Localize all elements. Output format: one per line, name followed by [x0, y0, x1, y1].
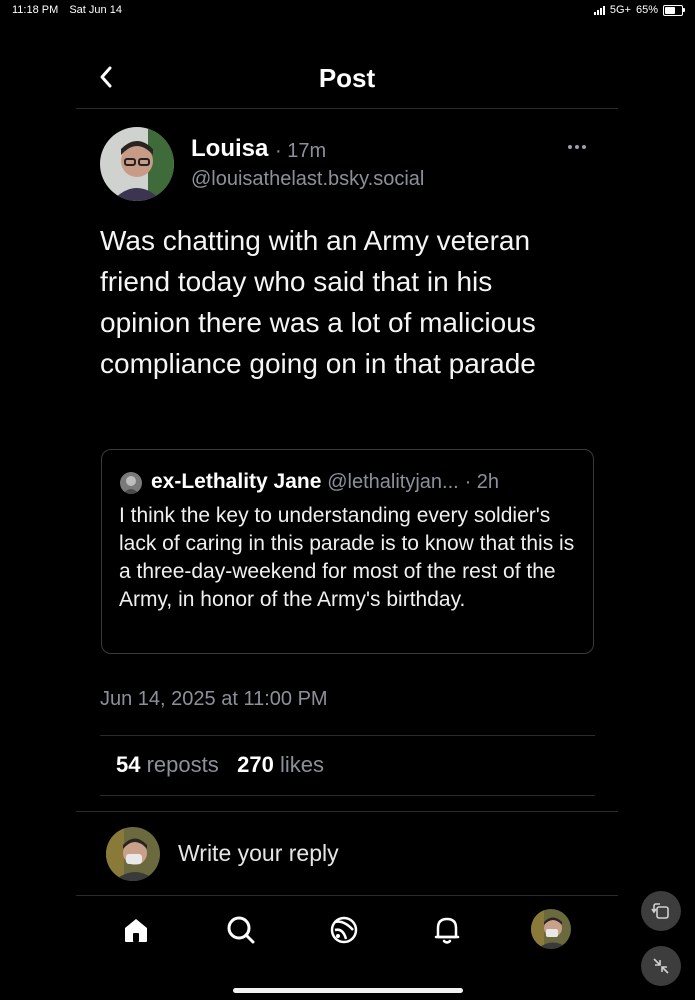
- post-date: Jun 14, 2025 at 11:00 PM: [100, 688, 328, 710]
- reposts-label: reposts: [146, 752, 219, 777]
- divider: [100, 795, 595, 796]
- battery-percent: 65%: [635, 4, 658, 16]
- network-label: 5G+: [609, 4, 631, 16]
- quote-text: I think the key to understanding every s…: [119, 504, 575, 611]
- home-icon: [125, 919, 147, 942]
- signal-icon: [593, 5, 605, 15]
- more-options-button[interactable]: [566, 140, 588, 154]
- likes-link[interactable]: 270 likes: [237, 752, 324, 777]
- quote-author-avatar: [120, 472, 142, 494]
- quoted-post[interactable]: ex-Lethality Jane @lethalityjan... · 2h …: [101, 449, 594, 654]
- nav-divider: [76, 895, 618, 896]
- nav-feeds[interactable]: [324, 910, 364, 950]
- status-date: Sat Jun 14: [69, 4, 122, 16]
- page-title: Post: [318, 63, 376, 93]
- divider: [76, 811, 618, 812]
- post-text: Was chatting with an Army veteran friend…: [100, 225, 536, 379]
- divider: [100, 735, 595, 736]
- ellipsis-icon: [568, 145, 586, 149]
- status-time: 11:18 PM: [12, 4, 59, 16]
- reply-input[interactable]: Write your reply: [178, 840, 339, 867]
- nav-notifications[interactable]: [427, 910, 467, 950]
- author-name[interactable]: Louisa: [191, 135, 268, 163]
- status-bar: 11:18 PM Sat Jun 14 5G+ 65%: [0, 0, 695, 20]
- author-handle[interactable]: @louisathelast.bsky.social: [191, 168, 424, 191]
- nav-search[interactable]: [221, 910, 261, 950]
- reply-avatar: [106, 827, 160, 881]
- quote-author-handle: @lethalityjan...: [327, 471, 459, 493]
- likes-label: likes: [279, 752, 324, 777]
- feeds-icon: [330, 916, 358, 944]
- nav-profile-avatar[interactable]: [531, 909, 571, 949]
- battery-icon: [663, 4, 685, 16]
- reposts-count: 54: [116, 752, 141, 777]
- post-time: · 17m: [275, 140, 327, 162]
- quote-author-name: ex-Lethality Jane: [151, 470, 322, 493]
- likes-count: 270: [237, 752, 274, 777]
- minimize-button[interactable]: [641, 946, 681, 986]
- author-avatar[interactable]: [100, 127, 174, 201]
- nav-home[interactable]: [116, 910, 156, 950]
- quote-time: · 2h: [464, 471, 500, 493]
- minimize-icon: [653, 958, 669, 974]
- post-stats: 54 reposts 270 likes: [116, 752, 324, 778]
- search-icon: [227, 916, 255, 944]
- reposts-link[interactable]: 54 reposts: [116, 752, 219, 777]
- home-indicator[interactable]: [233, 988, 463, 993]
- rotate-icon: [651, 903, 669, 919]
- page-header: Post: [76, 50, 618, 109]
- rotate-button[interactable]: [641, 891, 681, 931]
- notifications-icon: [434, 917, 460, 944]
